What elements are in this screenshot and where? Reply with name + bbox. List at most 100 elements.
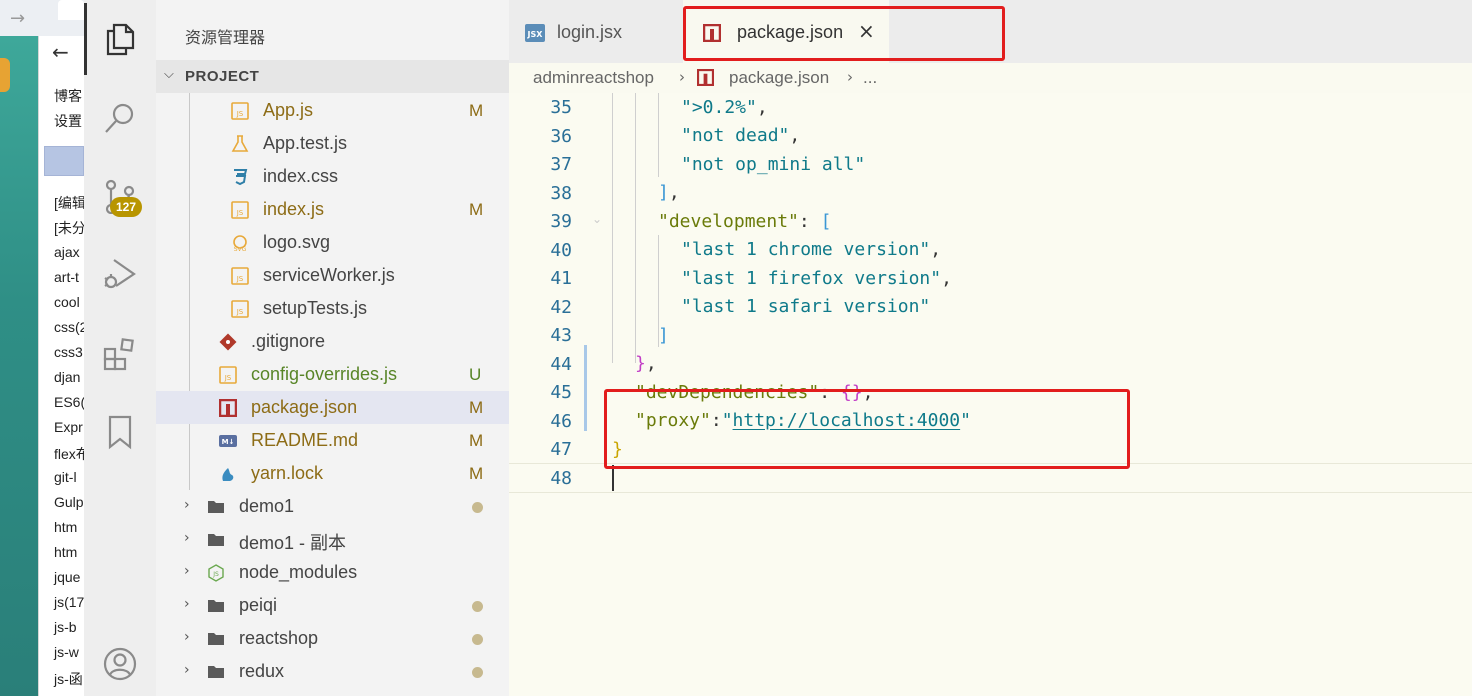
blog-category-item[interactable]: jque bbox=[54, 569, 80, 585]
file-app-test-js[interactable]: App.test.js bbox=[156, 127, 509, 160]
line-number: 43 bbox=[550, 325, 572, 346]
git-status-badge: M bbox=[469, 398, 484, 417]
back-arrow-icon[interactable]: ← bbox=[52, 40, 69, 64]
file-logo-svg[interactable]: SVG logo.svg bbox=[156, 226, 509, 259]
modified-dot-icon bbox=[472, 601, 483, 612]
tree-item-label: config-overrides.js bbox=[251, 364, 398, 384]
line-number: 39 bbox=[550, 211, 572, 232]
explorer-button[interactable] bbox=[84, 3, 156, 75]
extensions-button[interactable] bbox=[84, 318, 156, 390]
file-readme-md[interactable]: M↓ README.md M bbox=[156, 424, 509, 457]
app-logo-fragment bbox=[0, 58, 10, 92]
chevron-right-icon[interactable]: › bbox=[184, 629, 190, 645]
blog-category-item[interactable]: 设置 bbox=[54, 111, 82, 131]
folder-redux[interactable]: › redux bbox=[156, 655, 509, 688]
browser-toolbar: → bbox=[0, 0, 84, 36]
code-line-42: "last 1 safari version" bbox=[681, 296, 931, 317]
blog-category-item[interactable]: git-l bbox=[54, 469, 77, 485]
search-button[interactable] bbox=[84, 82, 156, 154]
chevron-down-icon: ⌵ bbox=[164, 67, 174, 82]
code-line-36: "not dead", bbox=[681, 125, 801, 146]
tree-item-label: .gitignore bbox=[251, 331, 326, 351]
blog-category-item[interactable]: 博客 bbox=[54, 86, 82, 106]
chevron-right-icon[interactable]: › bbox=[184, 662, 190, 678]
run-debug-button[interactable] bbox=[84, 238, 156, 310]
folder-file-icon bbox=[207, 498, 225, 516]
explorer-panel: 资源管理器 ⌵ PROJECT JS App.js M App.test.js inde… bbox=[156, 0, 509, 696]
svg-text:JS: JS bbox=[224, 374, 232, 382]
chevron-right-icon[interactable]: › bbox=[184, 563, 190, 579]
blog-category-item[interactable]: ES6( bbox=[54, 394, 84, 410]
blog-category-item[interactable]: htm bbox=[54, 519, 77, 535]
blog-category-item[interactable]: js-w bbox=[54, 644, 79, 660]
breadcrumb-folder[interactable]: adminreactshop bbox=[533, 68, 654, 88]
svg-text:JS: JS bbox=[236, 110, 244, 118]
git-status-badge: U bbox=[469, 365, 482, 384]
blog-category-item[interactable]: djan bbox=[54, 369, 80, 385]
svg-text:JS: JS bbox=[236, 275, 244, 283]
blog-category-item[interactable]: [未分 bbox=[54, 218, 84, 238]
line-number: 46 bbox=[550, 410, 572, 432]
blog-category-item[interactable]: art-t bbox=[54, 269, 79, 285]
folder-node-modules[interactable]: › JS node_modules bbox=[156, 556, 509, 589]
browser-tab[interactable] bbox=[58, 0, 84, 20]
line-number: 42 bbox=[550, 296, 572, 318]
project-section-header[interactable]: ⌵ PROJECT bbox=[156, 60, 509, 93]
blog-category-item[interactable]: flex布 bbox=[54, 444, 84, 464]
npm-file-icon bbox=[218, 398, 238, 418]
fold-chevron-icon[interactable]: ⌄ bbox=[592, 212, 602, 226]
forward-arrow-icon[interactable]: → bbox=[10, 8, 25, 29]
activity-bar: 127 bbox=[84, 0, 156, 696]
annotation-box-tab bbox=[683, 6, 1005, 61]
blog-category-item[interactable]: Expr bbox=[54, 419, 83, 435]
blog-category-item[interactable]: css(2 bbox=[54, 319, 84, 335]
file-gitignore[interactable]: .gitignore bbox=[156, 325, 509, 358]
blog-category-item[interactable]: js-b bbox=[54, 619, 77, 635]
line-number: 35 bbox=[550, 97, 572, 118]
file-serviceworker-js[interactable]: JS serviceWorker.js bbox=[156, 259, 509, 292]
breadcrumb-symbol[interactable]: ... bbox=[863, 68, 877, 88]
folder-demo1[interactable]: › demo1 - 副本 bbox=[156, 523, 509, 556]
node-file-icon: JS bbox=[207, 564, 225, 582]
tree-item-label: serviceWorker.js bbox=[263, 265, 395, 285]
blog-category-item[interactable]: js-函 bbox=[54, 669, 83, 689]
project-section-label: PROJECT bbox=[185, 68, 260, 85]
background-browser-window: → ← 博客设置 [编辑 [未分 ajax art-t cool css(2 css3 djan… bbox=[0, 0, 84, 696]
folder-reactshop[interactable]: › reactshop bbox=[156, 622, 509, 655]
file-yarn-lock[interactable]: yarn.lock M bbox=[156, 457, 509, 490]
blog-category-item[interactable]: [编辑 bbox=[54, 193, 84, 213]
file-package-json[interactable]: package.json M bbox=[156, 391, 509, 424]
code-line-43: ] bbox=[658, 325, 669, 346]
chevron-right-icon[interactable]: › bbox=[184, 530, 190, 546]
file-app-js[interactable]: JS App.js M bbox=[156, 94, 509, 127]
blog-category-item[interactable]: css3 bbox=[54, 344, 83, 360]
folder-peiqi[interactable]: › peiqi bbox=[156, 589, 509, 622]
tree-item-label: reactshop bbox=[239, 628, 319, 648]
line-number: 36 bbox=[550, 125, 572, 147]
git-status-badge: M bbox=[469, 200, 484, 219]
file-setuptests-js[interactable]: JS setupTests.js bbox=[156, 292, 509, 325]
file-config-overrides-js[interactable]: JS config-overrides.js U bbox=[156, 358, 509, 391]
folder-demo1[interactable]: › demo1 bbox=[156, 490, 509, 523]
breadcrumb-file[interactable]: package.json bbox=[729, 68, 829, 88]
line-number: 47 bbox=[550, 439, 572, 460]
desktop-background bbox=[0, 36, 38, 696]
file-index-js[interactable]: JS index.js M bbox=[156, 193, 509, 226]
chevron-right-icon[interactable]: › bbox=[184, 497, 190, 513]
chevron-right-icon[interactable]: › bbox=[184, 596, 190, 612]
blog-category-item[interactable]: js(17 bbox=[54, 594, 84, 610]
tree-item-label: App.js bbox=[263, 100, 314, 120]
tab-login-jsx[interactable]: JSX login.jsx bbox=[509, 0, 682, 63]
accounts-button[interactable] bbox=[84, 628, 156, 696]
blog-category-item[interactable]: cool bbox=[54, 294, 80, 310]
blog-category-item[interactable]: ajax bbox=[54, 244, 80, 260]
file-index-css[interactable]: index.css bbox=[156, 160, 509, 193]
bookmark-icon bbox=[108, 415, 132, 450]
jsx-icon-text: JSX bbox=[527, 30, 544, 39]
tree-item-label: setupTests.js bbox=[263, 298, 368, 318]
indent-guide bbox=[612, 93, 613, 363]
blog-category-item[interactable]: Gulp bbox=[54, 494, 84, 510]
blog-category-item[interactable]: htm bbox=[54, 544, 77, 560]
bookmarks-button[interactable] bbox=[84, 396, 156, 468]
source-control-button[interactable]: 127 bbox=[84, 160, 156, 232]
